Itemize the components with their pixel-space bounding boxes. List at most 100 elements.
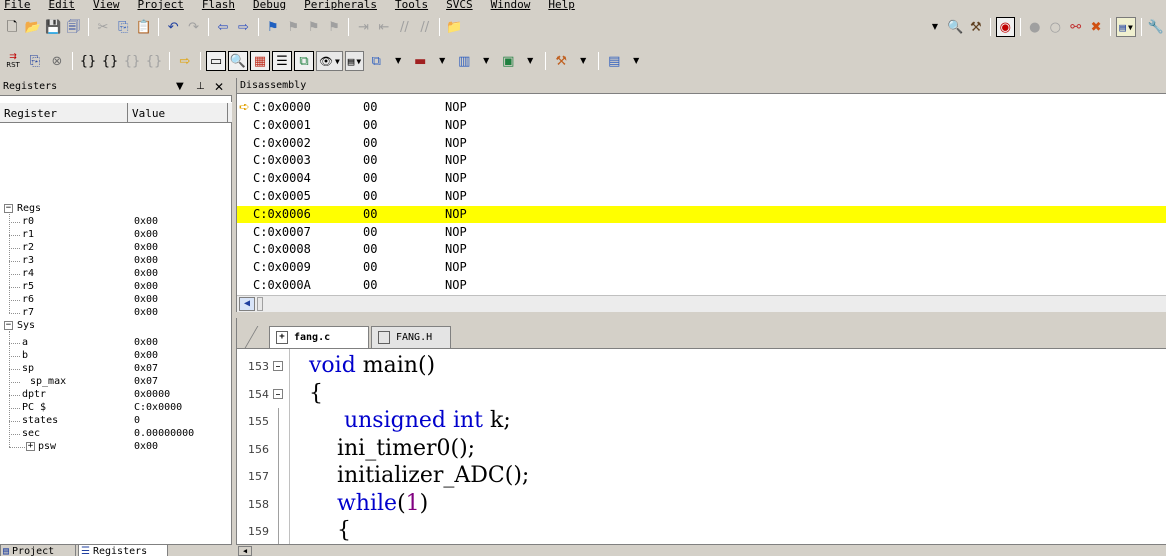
collapse-icon[interactable]: − — [4, 204, 13, 213]
scroll-left-button[interactable]: ◀ — [239, 297, 255, 311]
navigate-forward-icon[interactable]: ⇨ — [234, 17, 252, 37]
step-out-icon[interactable]: {} — [122, 51, 142, 71]
bookmark-icon[interactable]: ⚑ — [264, 17, 282, 37]
menu-item-view[interactable]: View — [93, 0, 120, 11]
run-icon[interactable]: ⎘ — [25, 51, 45, 71]
open-file-icon[interactable]: 📂 — [23, 17, 41, 37]
find-dropdown-arrow-icon[interactable]: ▼ — [926, 17, 944, 37]
command-window-icon[interactable]: ▭ — [206, 51, 226, 71]
close-icon[interactable]: ✕ — [214, 80, 224, 94]
expand-icon[interactable]: + — [26, 442, 35, 451]
window-layout-dropdown[interactable]: ▤ ▼ — [1116, 17, 1136, 37]
column-header-value[interactable]: Value — [128, 103, 228, 123]
paste-icon[interactable]: 📋 — [135, 17, 153, 37]
menu-item-svcs[interactable]: SVCS — [446, 0, 473, 11]
chevron-down-icon[interactable]: ▼ — [388, 51, 408, 71]
editor-horizontal-scrollbar[interactable]: ◀ — [236, 544, 1166, 556]
register-row[interactable]: r5 0x00 — [0, 280, 232, 293]
reset-cpu-button[interactable]: ⇉ RST — [3, 51, 23, 71]
unindent-icon[interactable]: ⇤ — [375, 17, 393, 37]
menu-item-debug[interactable]: Debug — [253, 0, 286, 11]
register-row[interactable]: b 0x00 — [0, 349, 232, 362]
step-into-icon[interactable]: {} — [78, 51, 98, 71]
tab-fang-h[interactable]: FANG.H — [371, 326, 451, 348]
debug-session-icon[interactable]: ⚒ — [967, 17, 985, 37]
new-file-icon[interactable]: 🗋 — [3, 17, 21, 37]
run-to-cursor-icon[interactable]: {} — [144, 51, 164, 71]
clear-bookmarks-icon[interactable]: ⚑ — [325, 17, 343, 37]
registers-window-icon[interactable]: ☰ — [272, 51, 292, 71]
save-all-icon[interactable]: 🗐 — [64, 17, 82, 37]
next-bookmark-icon[interactable]: ⚑ — [304, 17, 322, 37]
register-row[interactable]: r0 0x00 — [0, 215, 232, 228]
start-stop-debug-icon[interactable]: ◉ — [996, 17, 1015, 37]
debug-windows-icon[interactable]: ▤ — [604, 51, 624, 71]
chevron-down-icon[interactable]: ▼ — [573, 51, 593, 71]
code-line[interactable]: { — [309, 381, 323, 407]
scrollbar-thumb[interactable] — [257, 297, 263, 311]
chevron-down-icon[interactable]: ▼ — [432, 51, 452, 71]
enable-breakpoint-icon[interactable]: ○ — [1046, 17, 1064, 37]
code-line[interactable]: while(1) — [309, 491, 428, 517]
menu-item-window[interactable]: Window — [491, 0, 531, 11]
register-row[interactable]: r6 0x00 — [0, 293, 232, 306]
disassembly-horizontal-scrollbar[interactable]: ◀ — [237, 295, 1166, 312]
tab-registers[interactable]: ☰ Registers — [78, 545, 168, 556]
memory-windows-dropdown[interactable]: ▤ ▼ — [344, 51, 365, 71]
code-line[interactable]: ini_timer0(); — [309, 436, 475, 462]
register-row[interactable]: r4 0x00 — [0, 267, 232, 280]
panel-menu-icon[interactable]: ▼ — [176, 81, 184, 92]
fold-toggle-icon[interactable] — [273, 388, 283, 399]
register-row[interactable]: psw 0x00 + — [0, 440, 232, 453]
fold-toggle-icon[interactable] — [273, 361, 283, 371]
kill-all-breakpoints-icon[interactable]: ✖ — [1087, 17, 1105, 37]
disassembly-row[interactable]: C:0x0009 00 NOP — [237, 259, 1166, 276]
scroll-left-button[interactable]: ◀ — [238, 546, 252, 556]
register-row[interactable]: dptr 0x0000 — [0, 388, 232, 401]
code-line[interactable]: initializer_ADC(); — [309, 463, 529, 489]
chevron-down-icon[interactable]: ▼ — [520, 51, 540, 71]
symbols-window-icon[interactable]: ▦ — [250, 51, 270, 71]
disassembly-row[interactable]: C:0x000A 00 NOP — [237, 277, 1166, 294]
register-row[interactable]: sec 0.00000000 — [0, 427, 232, 440]
cut-icon[interactable]: ✂ — [94, 17, 112, 37]
call-stack-window-icon[interactable]: ⧉ — [294, 51, 314, 71]
disassembly-row[interactable]: ➪ C:0x0000 00 NOP — [237, 99, 1166, 116]
system-viewer-icon[interactable]: ▣ — [498, 51, 518, 71]
stop-icon[interactable]: ⊗ — [47, 51, 67, 71]
analysis-windows-icon[interactable]: ▬ — [410, 51, 430, 71]
register-row[interactable]: r7 0x00 — [0, 306, 232, 319]
navigate-back-icon[interactable]: ⇦ — [214, 17, 232, 37]
pin-icon[interactable]: ⊥ — [196, 81, 205, 92]
register-row[interactable]: r1 0x00 — [0, 228, 232, 241]
menu-item-edit[interactable]: Edit — [49, 0, 76, 11]
register-row[interactable]: r3 0x00 — [0, 254, 232, 267]
register-row[interactable]: PC $ C:0x0000 — [0, 401, 232, 414]
toolbox-icon[interactable]: ⚒ — [551, 51, 571, 71]
undo-icon[interactable]: ↶ — [164, 17, 182, 37]
trace-windows-icon[interactable]: ▥ — [454, 51, 474, 71]
chevron-down-icon[interactable]: ▼ — [626, 51, 646, 71]
configure-icon[interactable]: 🔧 — [1147, 17, 1165, 37]
code-line[interactable]: unsigned int k; — [309, 408, 511, 434]
incremental-find-icon[interactable]: 🔍 — [946, 17, 964, 37]
register-row[interactable]: sp_max 0x07 — [0, 375, 232, 388]
find-in-files-icon[interactable]: 📁 — [445, 17, 463, 37]
uncomment-icon[interactable]: // — [416, 17, 434, 37]
disassembly-row[interactable]: C:0x0004 00 NOP — [237, 170, 1166, 187]
watch-windows-dropdown[interactable]: 👁 ▼ — [316, 51, 343, 71]
source-editor[interactable]: 153 154 155 156 157 158 159 void main(){ unsig… — [236, 348, 1166, 556]
menu-item-peripherals[interactable]: Peripherals — [304, 0, 377, 11]
menu-item-flash[interactable]: Flash — [202, 0, 235, 11]
disable-all-breakpoints-icon[interactable]: ⚯ — [1066, 17, 1084, 37]
disassembly-row[interactable]: C:0x0002 00 NOP — [237, 135, 1166, 152]
menu-item-file[interactable]: File — [4, 0, 31, 11]
disassembly-row[interactable]: C:0x0008 00 NOP — [237, 241, 1166, 258]
disassembly-row[interactable]: C:0x0005 00 NOP — [237, 188, 1166, 205]
register-row[interactable]: r2 0x00 — [0, 241, 232, 254]
disassembly-row[interactable]: C:0x0007 00 NOP — [237, 224, 1166, 241]
save-icon[interactable]: 💾 — [44, 17, 62, 37]
redo-icon[interactable]: ↷ — [184, 17, 202, 37]
comment-icon[interactable]: // — [395, 17, 413, 37]
register-row[interactable]: sp 0x07 — [0, 362, 232, 375]
